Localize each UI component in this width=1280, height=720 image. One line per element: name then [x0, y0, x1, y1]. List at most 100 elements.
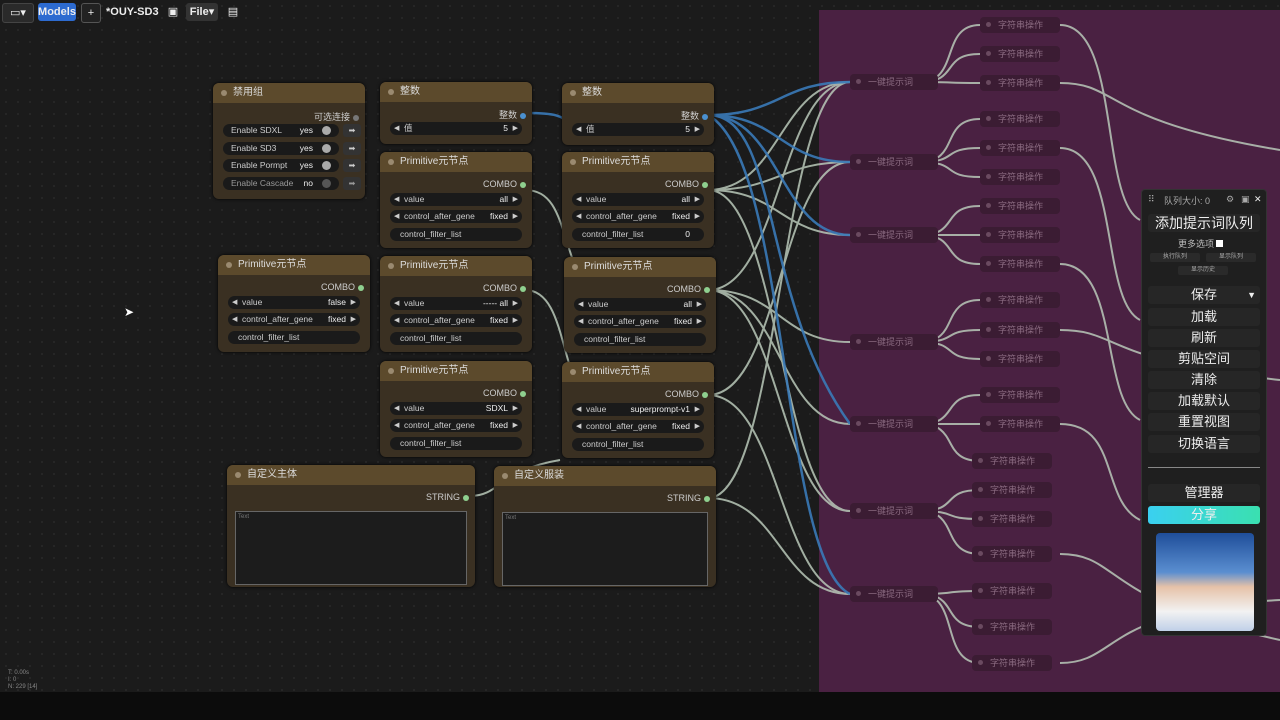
string-op-node[interactable]: 字符串操作: [980, 140, 1060, 156]
control-after-generate-field[interactable]: ◀ control_after_gene fixed ▶: [228, 313, 360, 326]
string-op-node[interactable]: 字符串操作: [980, 322, 1060, 338]
chevron-down-icon[interactable]: ▼: [1247, 286, 1256, 304]
control-after-generate-field[interactable]: ◀ control_after_gene fixed ▶: [572, 210, 704, 223]
clothes-text-input[interactable]: Text: [502, 512, 708, 586]
prompt-node[interactable]: 一键提示词: [850, 503, 938, 519]
add-prompt-queue-button[interactable]: 添加提示词队列: [1148, 214, 1260, 232]
node-custom-subject[interactable]: 自定义主体 STRING Text: [227, 465, 475, 587]
show-queue-button[interactable]: 显示队列: [1206, 253, 1256, 262]
control-after-generate-field[interactable]: ◀ control_after_gene fixed ▶: [390, 210, 522, 223]
node-int-1[interactable]: 整数 整数 ◀ 值 5 ▶: [380, 82, 532, 144]
preview-image[interactable]: [1156, 533, 1254, 631]
models-button[interactable]: Models: [38, 3, 76, 21]
save-icon[interactable]: ▤: [225, 3, 241, 21]
control-after-generate-field[interactable]: ◀ control_after_gene fixed ▶: [572, 420, 704, 433]
node-output[interactable]: COMBO: [665, 179, 708, 189]
value-field[interactable]: ◀ value all ▶: [390, 193, 522, 206]
node-primitive-b2[interactable]: Primitive元节点 COMBO ◀ value all ▶ ◀ control_a…: [564, 257, 716, 353]
node-output[interactable]: 整数: [681, 109, 708, 122]
string-op-node[interactable]: 字符串操作: [980, 351, 1060, 367]
node-output[interactable]: STRING: [426, 492, 469, 502]
control-filter-list-field[interactable]: control_filter_list: [574, 333, 706, 346]
node-primitive-c2[interactable]: Primitive元节点 COMBO ◀ value superprompt-v1 ▶…: [562, 362, 714, 458]
value-field[interactable]: ◀ value superprompt-v1 ▶: [572, 403, 704, 416]
string-op-node[interactable]: 字符串操作: [980, 416, 1060, 432]
close-icon[interactable]: ✕: [1254, 194, 1262, 205]
image-icon[interactable]: ▣: [1241, 194, 1250, 205]
gear-icon[interactable]: ⚙: [1226, 194, 1234, 205]
string-op-node[interactable]: 字符串操作: [972, 583, 1052, 599]
image-icon[interactable]: ▣: [165, 3, 181, 21]
node-primitive-b0[interactable]: Primitive元节点 COMBO ◀ value false ▶ ◀ control…: [218, 255, 370, 352]
node-output[interactable]: STRING: [667, 493, 710, 503]
node-primitive-a1[interactable]: Primitive元节点 COMBO ◀ value all ▶ ◀ control_a…: [380, 152, 532, 248]
int-value-field[interactable]: ◀ 值 5 ▶: [572, 123, 704, 136]
prompt-node[interactable]: 一键提示词: [850, 334, 938, 350]
node-output[interactable]: COMBO: [483, 179, 526, 189]
reset-view-button[interactable]: 重置视图: [1148, 413, 1260, 431]
string-op-node[interactable]: 字符串操作: [980, 292, 1060, 308]
load-default-button[interactable]: 加载默认: [1148, 392, 1260, 410]
show-history-button[interactable]: 显示历史: [1178, 266, 1228, 275]
control-after-generate-field[interactable]: ◀ control_after_gene fixed ▶: [574, 315, 706, 328]
prompt-node[interactable]: 一键提示词: [850, 586, 938, 602]
node-output[interactable]: COMBO: [483, 283, 526, 293]
control-filter-list-field[interactable]: control_filter_list 0: [572, 228, 704, 241]
control-after-generate-field[interactable]: ◀ control_after_gene fixed ▶: [390, 419, 522, 432]
subject-text-input[interactable]: Text: [235, 511, 467, 585]
string-op-node[interactable]: 字符串操作: [972, 546, 1052, 562]
string-op-node[interactable]: 字符串操作: [980, 17, 1060, 33]
node-primitive-c1[interactable]: Primitive元节点 COMBO ◀ value SDXL ▶ ◀ control_…: [380, 361, 532, 457]
prompt-node[interactable]: 一键提示词: [850, 74, 938, 90]
control-after-generate-field[interactable]: ◀ control_after_gene fixed ▶: [390, 314, 522, 327]
string-op-node[interactable]: 字符串操作: [972, 619, 1052, 635]
node-output[interactable]: 可选连接: [314, 110, 359, 123]
string-op-node[interactable]: 字符串操作: [980, 169, 1060, 185]
string-op-node[interactable]: 字符串操作: [980, 387, 1060, 403]
node-output[interactable]: COMBO: [665, 389, 708, 399]
value-field[interactable]: ◀ value false ▶: [228, 296, 360, 309]
toggle-enable-sd3[interactable]: Enable SD3 yes ➡: [223, 142, 361, 155]
control-filter-list-field[interactable]: control_filter_list: [390, 228, 522, 241]
int-value-field[interactable]: ◀ 值 5 ▶: [390, 122, 522, 135]
string-op-node[interactable]: 字符串操作: [980, 256, 1060, 272]
string-op-node[interactable]: 字符串操作: [980, 227, 1060, 243]
new-tab-button[interactable]: +: [81, 3, 101, 23]
value-field[interactable]: ◀ value SDXL ▶: [390, 402, 522, 415]
file-menu-button[interactable]: File▾: [186, 3, 218, 21]
string-op-node[interactable]: 字符串操作: [972, 655, 1052, 671]
string-op-node[interactable]: 字符串操作: [972, 511, 1052, 527]
clipspace-button[interactable]: 剪贴空间: [1148, 350, 1260, 368]
string-op-node[interactable]: 字符串操作: [980, 46, 1060, 62]
share-button[interactable]: 分享: [1148, 506, 1260, 524]
string-op-node[interactable]: 字符串操作: [980, 111, 1060, 127]
value-field[interactable]: ◀ value all ▶: [574, 298, 706, 311]
toggle-enable-cascade[interactable]: Enable Cascade no ➡: [223, 177, 361, 190]
arrow-right-icon[interactable]: ➡: [343, 177, 361, 190]
manager-button[interactable]: 管理器: [1148, 484, 1260, 502]
node-primitive-b1[interactable]: Primitive元节点 COMBO ◀ value ----- all ▶ ◀ con…: [380, 256, 532, 352]
exec-queue-button[interactable]: 执行队列: [1150, 253, 1200, 262]
load-button[interactable]: 加载: [1148, 308, 1260, 326]
refresh-button[interactable]: 刷新: [1148, 329, 1260, 347]
string-op-node[interactable]: 字符串操作: [980, 198, 1060, 214]
arrow-right-icon[interactable]: ➡: [343, 124, 361, 137]
drag-handle-icon[interactable]: ⠿: [1148, 194, 1155, 205]
string-op-node[interactable]: 字符串操作: [980, 75, 1060, 91]
switch-language-button[interactable]: 切换语言: [1148, 435, 1260, 453]
more-options-checkbox[interactable]: [1216, 240, 1224, 247]
string-op-node[interactable]: 字符串操作: [972, 482, 1052, 498]
node-int-2[interactable]: 整数 整数 ◀ 值 5 ▶: [562, 83, 714, 145]
save-button[interactable]: 保存 ▼: [1148, 286, 1260, 304]
node-custom-clothes[interactable]: 自定义服装 STRING Text: [494, 466, 716, 587]
arrow-right-icon[interactable]: ➡: [343, 142, 361, 155]
toggle-enable-sdxl[interactable]: Enable SDXL yes ➡: [223, 124, 361, 137]
node-output[interactable]: COMBO: [483, 388, 526, 398]
node-output[interactable]: COMBO: [667, 284, 710, 294]
toggle-enable-prompt[interactable]: Enable Pormpt yes ➡: [223, 159, 361, 172]
value-field[interactable]: ◀ value all ▶: [572, 193, 704, 206]
folder-menu-button[interactable]: ▭▾: [2, 3, 34, 23]
string-op-node[interactable]: 字符串操作: [972, 453, 1052, 469]
prompt-node[interactable]: 一键提示词: [850, 416, 938, 432]
node-output[interactable]: COMBO: [321, 282, 364, 292]
